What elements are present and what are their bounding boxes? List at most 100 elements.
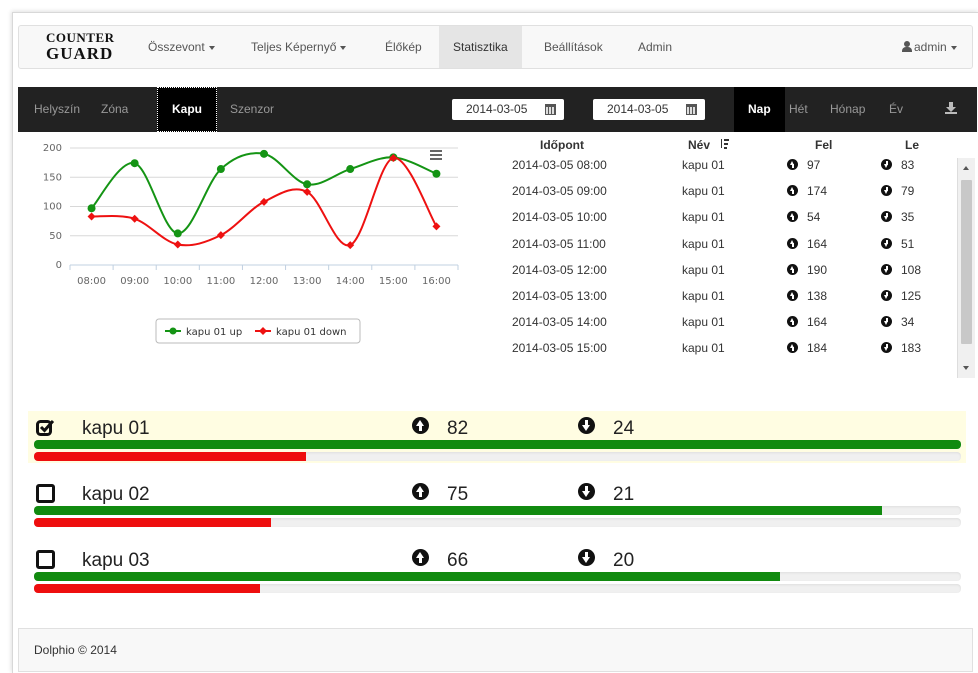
checkbox-icon[interactable] [36, 484, 55, 503]
chevron-down-icon [208, 45, 215, 50]
arrow-down-circle-icon [881, 263, 892, 275]
period-ev-button[interactable]: Év [889, 87, 903, 132]
scroll-down-icon[interactable] [963, 366, 969, 370]
chevron-down-icon [950, 45, 957, 50]
col-header-down[interactable]: Le [905, 138, 919, 152]
gate-row[interactable]: kapu 03 66 20 [28, 543, 966, 595]
arrow-down-circle-icon [881, 316, 892, 328]
gate-name: kapu 01 [82, 418, 150, 439]
arrow-down-circle-icon [881, 237, 892, 249]
arrow-down-circle-icon [881, 342, 892, 354]
nav-osszevont[interactable]: Összevont [148, 26, 215, 68]
cell-name: kapu 01 [682, 184, 725, 199]
nav-teljes-kepernyo[interactable]: Teljes Képernyő [251, 26, 347, 68]
x-tick-label: 12:00 [250, 276, 279, 287]
gate-row[interactable]: kapu 02 75 21 [28, 477, 966, 529]
data-point [346, 165, 355, 174]
y-axis: 0 50 100 150 200 [43, 143, 62, 271]
arrow-up-circle-icon [787, 159, 798, 170]
user-menu[interactable]: admin [902, 26, 957, 68]
table-row: 2014-03-05 14:00 kapu 01 164 34 [497, 315, 957, 341]
sort-icon[interactable] [720, 139, 730, 150]
chart-menu-icon[interactable] [430, 150, 442, 160]
col-header-time[interactable]: Időpont [540, 138, 584, 152]
tab-szenzor[interactable]: Szenzor [230, 87, 274, 132]
data-point [303, 180, 312, 189]
chart-legend: kapu 01 up kapu 01 down [155, 318, 361, 344]
nav-beallitasok[interactable]: Beállítások [544, 26, 603, 68]
nav-elokep[interactable]: Élőkép [385, 26, 422, 68]
calendar-icon[interactable] [686, 104, 697, 115]
arrow-up-circle-icon [412, 483, 429, 500]
data-point [173, 229, 182, 238]
table-row: 2014-03-05 09:00 kapu 01 174 79 [497, 184, 957, 210]
col-header-up[interactable]: Fel [815, 138, 832, 152]
period-honap-button[interactable]: Hónap [830, 87, 865, 132]
tab-helyszin[interactable]: Helyszín [34, 87, 80, 132]
top-navbar: COUNTER GUARD Összevont Teljes Képernyő … [18, 25, 973, 69]
x-tick-label: 14:00 [336, 276, 365, 287]
cell-name: kapu 01 [682, 236, 725, 251]
table-row: 2014-03-05 08:00 kapu 01 97 83 [497, 158, 957, 184]
date-to-input[interactable]: 2014-03-05 [593, 99, 705, 120]
scroll-thumb[interactable] [961, 180, 972, 344]
gate-down-count: 21 [578, 483, 634, 506]
col-header-name[interactable]: Név [688, 138, 730, 152]
brand-logo[interactable]: COUNTER GUARD [46, 30, 115, 62]
gate-down-count: 24 [578, 417, 634, 440]
cell-up: 54 [787, 210, 820, 224]
table-row: 2014-03-05 11:00 kapu 01 164 51 [497, 237, 957, 263]
period-het-button[interactable]: Hét [789, 87, 808, 132]
chart-grid [70, 147, 458, 266]
period-nap-button[interactable]: Nap [734, 87, 785, 132]
down-progress-fill [34, 518, 272, 527]
data-point [87, 212, 96, 221]
cell-name: kapu 01 [682, 262, 725, 277]
cell-down: 83 [881, 158, 914, 172]
down-progress-bar [34, 584, 961, 593]
cell-up: 97 [787, 158, 820, 172]
download-icon [945, 102, 957, 114]
cell-time: 2014-03-05 14:00 [512, 315, 607, 330]
cell-time: 2014-03-05 08:00 [512, 158, 607, 172]
download-button[interactable] [945, 87, 957, 132]
arrow-up-circle-icon [787, 185, 798, 197]
data-point [260, 197, 268, 206]
arrow-up-circle-icon [787, 342, 798, 354]
tab-kapu[interactable]: Kapu [157, 87, 217, 132]
nav-statisztika[interactable]: Statisztika [439, 26, 522, 68]
gate-up-count: 66 [412, 549, 468, 572]
table-scrollbar[interactable] [957, 158, 975, 378]
arrow-up-circle-icon [787, 263, 798, 275]
data-point [260, 149, 268, 158]
arrow-down-circle-icon [578, 483, 595, 500]
date-from-input[interactable]: 2014-03-05 [452, 99, 564, 120]
arrow-up-circle-icon [787, 237, 798, 249]
scroll-up-icon[interactable] [963, 166, 969, 170]
cell-name: kapu 01 [682, 158, 725, 172]
y-tick-label: 200 [43, 143, 62, 154]
data-point [432, 169, 441, 178]
stats-table: Időpont Név Fel Le 2014-03-05 08:00 kapu … [497, 138, 975, 380]
cell-time: 2014-03-05 09:00 [512, 184, 607, 199]
arrow-up-circle-icon [412, 549, 429, 566]
cell-down: 34 [881, 315, 914, 329]
gate-row[interactable]: kapu 01 82 24 [28, 411, 966, 463]
legend-marker [169, 327, 177, 335]
x-tick-label: 09:00 [120, 276, 149, 287]
checked-checkbox-icon[interactable] [36, 419, 56, 437]
arrow-down-circle-icon [578, 417, 595, 434]
calendar-icon[interactable] [545, 104, 556, 115]
data-point [432, 222, 441, 231]
tab-zona[interactable]: Zóna [101, 87, 128, 132]
data-point [216, 165, 225, 174]
cell-time: 2014-03-05 13:00 [512, 289, 607, 303]
cell-down: 79 [881, 184, 914, 198]
x-axis: 08:00 09:00 10:00 11:00 12:00 13:00 14:00 15:00… [69, 265, 459, 287]
checkbox-icon[interactable] [36, 550, 55, 569]
data-point [130, 159, 139, 168]
y-tick-label: 0 [56, 260, 62, 271]
data-point [130, 214, 139, 223]
legend-label: kapu 01 down [276, 327, 347, 338]
nav-admin[interactable]: Admin [638, 26, 672, 68]
